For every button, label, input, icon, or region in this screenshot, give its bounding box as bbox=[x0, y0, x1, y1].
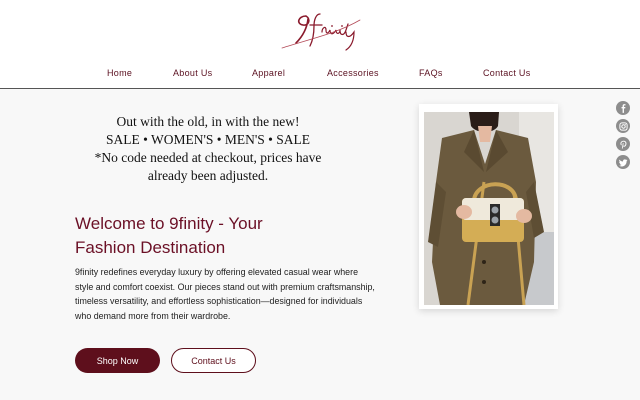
nav-item-home[interactable]: Home bbox=[107, 68, 132, 78]
site-header: Home About Us Apparel Accessories FAQs C… bbox=[0, 0, 640, 89]
twitter-icon[interactable] bbox=[616, 155, 630, 169]
site-logo[interactable] bbox=[276, 10, 366, 54]
promo-line-2: SALE • WOMEN'S • MEN'S • SALE bbox=[105, 132, 311, 147]
facebook-icon[interactable] bbox=[616, 101, 630, 115]
nav-item-faqs[interactable]: FAQs bbox=[419, 68, 443, 78]
promo-line-1: Out with the old, in with the new! bbox=[116, 114, 300, 129]
nav-item-apparel[interactable]: Apparel bbox=[252, 68, 285, 78]
hero-description: 9finity redefines everyday luxury by off… bbox=[75, 267, 375, 322]
main-nav: Home About Us Apparel Accessories FAQs C… bbox=[0, 68, 640, 88]
contact-us-button[interactable]: Contact Us bbox=[171, 348, 256, 373]
sale-banner: Out with the old, in with the new! SALE … bbox=[92, 113, 324, 185]
logo-wordmark bbox=[281, 13, 361, 51]
product-photo-frame bbox=[419, 104, 558, 309]
promo-line-3: *No code needed at checkout, prices have… bbox=[94, 150, 322, 183]
nav-item-contact-us[interactable]: Contact Us bbox=[483, 68, 531, 78]
instagram-icon[interactable] bbox=[616, 119, 630, 133]
hero-section: Out with the old, in with the new! SALE … bbox=[0, 89, 640, 400]
pinterest-icon[interactable] bbox=[616, 137, 630, 151]
model-with-handbag-image bbox=[424, 112, 554, 305]
hero-title: Welcome to 9finity - Your Fashion Destin… bbox=[75, 214, 263, 257]
nav-item-accessories[interactable]: Accessories bbox=[327, 68, 379, 78]
shop-now-button[interactable]: Shop Now bbox=[75, 348, 160, 373]
nav-item-about-us[interactable]: About Us bbox=[173, 68, 212, 78]
